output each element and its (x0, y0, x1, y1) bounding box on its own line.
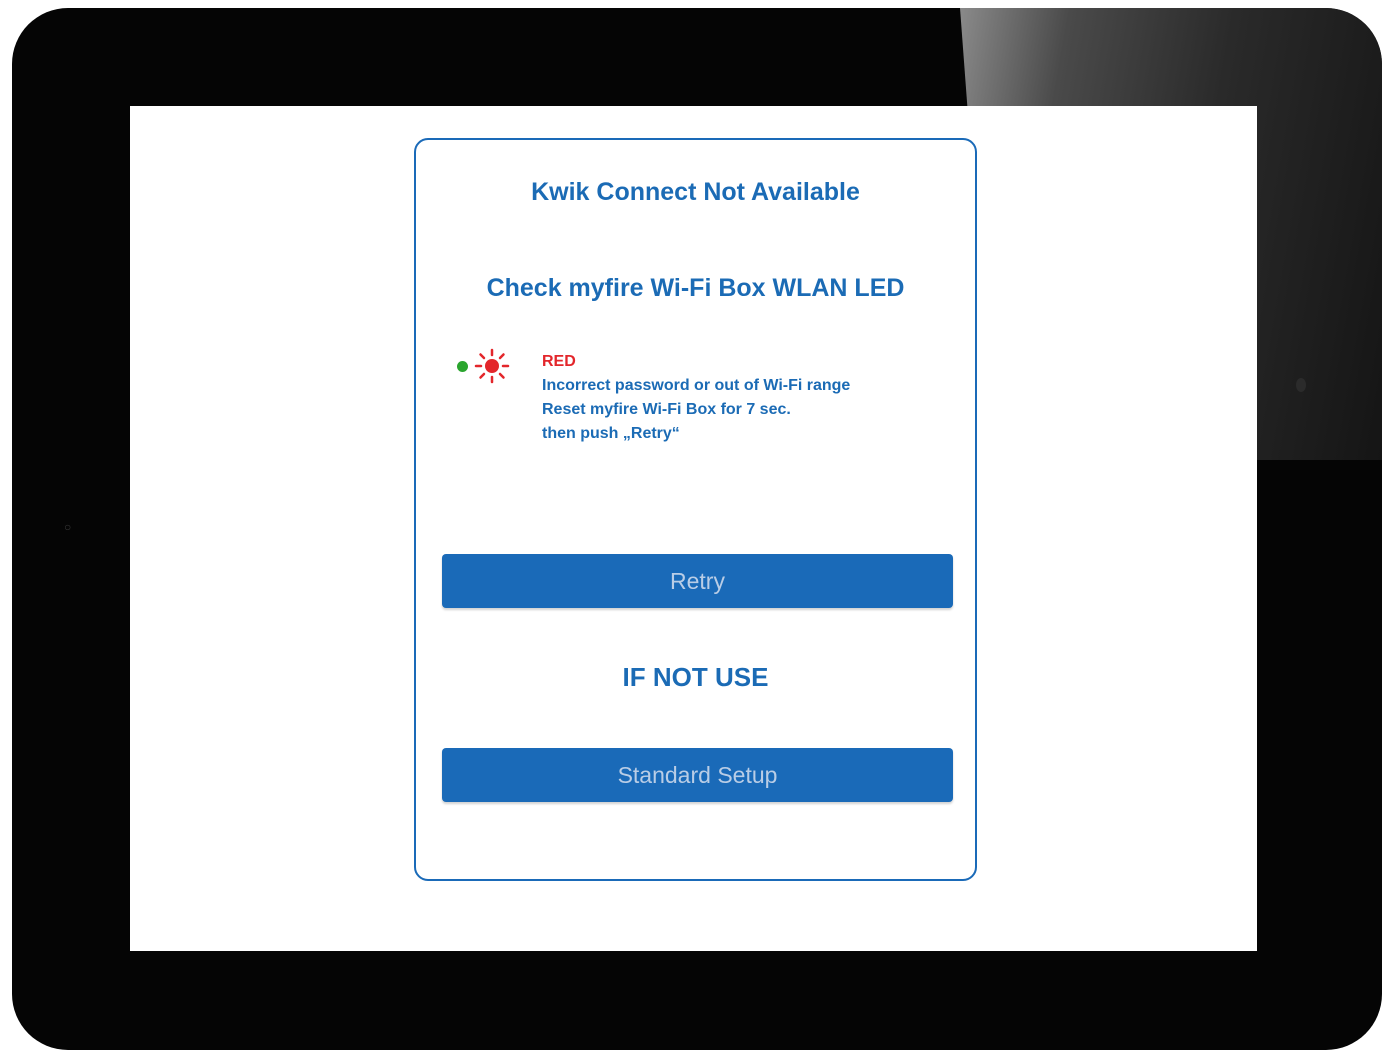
led-description: RED Incorrect password or out of Wi-Fi r… (542, 350, 850, 446)
tablet-screen: Kwik Connect Not Available Check myfire … (130, 106, 1257, 951)
red-led-blinking-icon (474, 348, 510, 384)
if-not-use-label: IF NOT USE (622, 662, 769, 692)
standard-setup-button[interactable]: Standard Setup (442, 748, 953, 802)
tablet-device: ○ Kwik Connect Not Available Check myfir… (12, 8, 1382, 1050)
led-status-row: RED Incorrect password or out of Wi-Fi r… (456, 348, 956, 458)
led-instruction-line: then push „Retry“ (542, 425, 680, 442)
green-led-dot-icon (457, 361, 468, 372)
dialog-title: Kwik Connect Not Available (531, 178, 860, 206)
retry-button[interactable]: Retry (442, 554, 953, 608)
led-instruction-line: Reset myfire Wi-Fi Box for 7 sec. (542, 401, 791, 418)
led-color-label: RED (542, 353, 576, 370)
dialog-subtitle: Check myfire Wi-Fi Box WLAN LED (486, 274, 905, 302)
connection-dialog: Kwik Connect Not Available Check myfire … (414, 138, 977, 881)
led-instruction-line: Incorrect password or out of Wi-Fi range (542, 377, 851, 394)
led-icons (456, 348, 512, 388)
home-button-icon: ○ (64, 520, 72, 534)
camera-icon (1296, 378, 1306, 392)
